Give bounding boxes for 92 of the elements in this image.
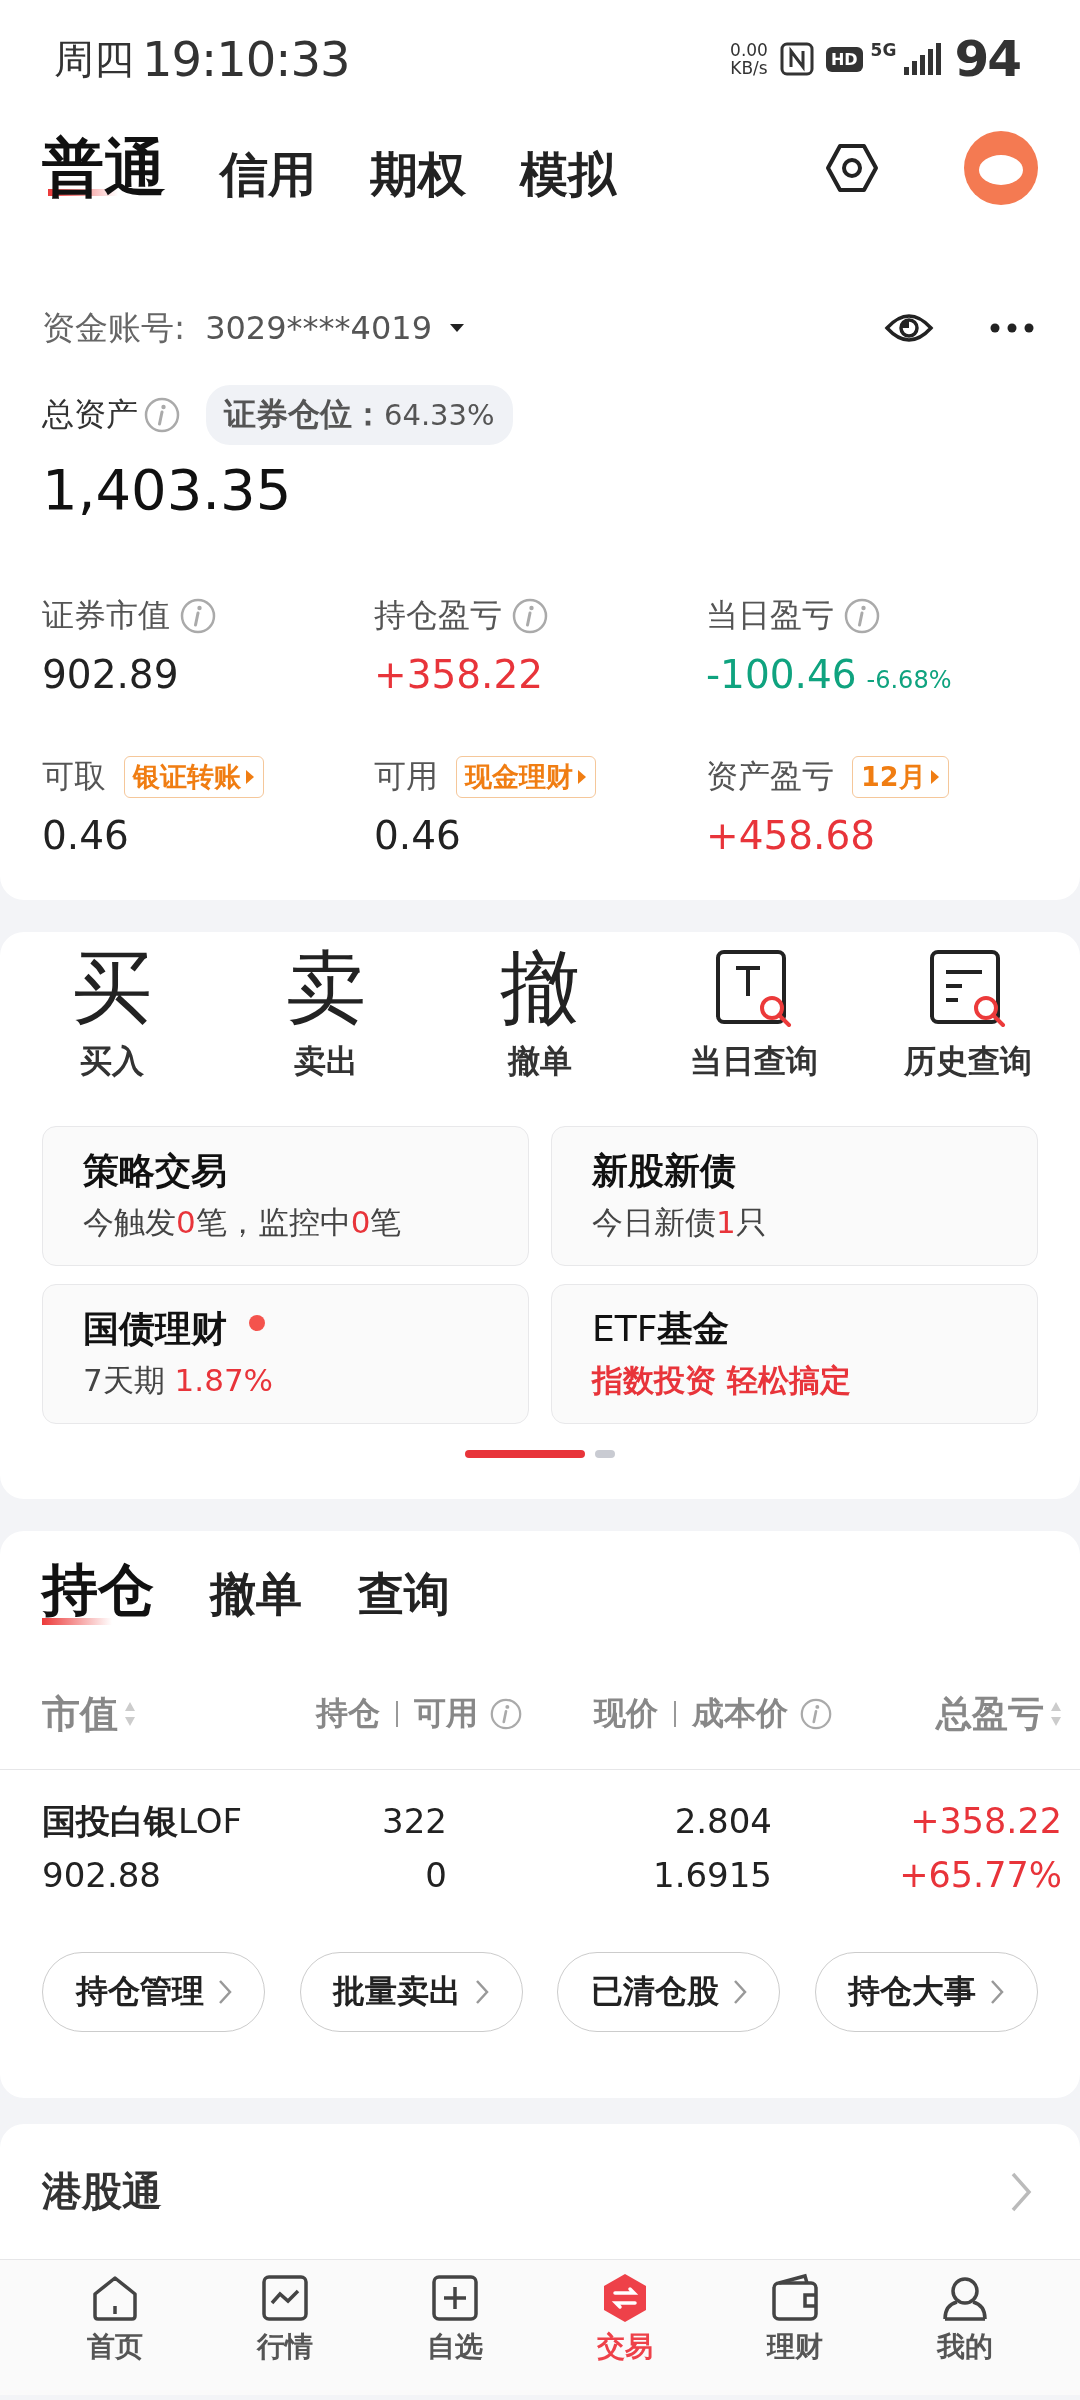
triangle-icon [577, 769, 587, 785]
feature-card[interactable]: 新股新债 今日新债1只 [551, 1126, 1038, 1266]
nav-tab[interactable]: 我的 [895, 2260, 1035, 2395]
metric-percent: -6.68% [866, 666, 952, 694]
chevron-icon [475, 1979, 490, 2005]
stock-name: 国投白银LOF [42, 1800, 244, 1843]
action-button[interactable]: 卖 卖出 [226, 946, 426, 1084]
caret-icon[interactable] [448, 322, 466, 334]
action-button[interactable]: 当日查询 [654, 946, 854, 1084]
column-header[interactable]: 总盈亏 [936, 1689, 1044, 1739]
info-icon[interactable] [144, 397, 180, 433]
status-time: 19:10:33 [142, 31, 350, 87]
action-button[interactable]: 买 买入 [12, 946, 212, 1084]
column-header[interactable]: 成本价 [692, 1692, 788, 1736]
balance-label: 可用 [374, 756, 438, 797]
account-tab[interactable]: 期权 [370, 129, 466, 207]
hk-connect-label: 港股通 [42, 2167, 162, 2216]
column-header[interactable]: 市值 [42, 1688, 118, 1740]
chevron-icon [1010, 2170, 1032, 2213]
battery-level: 94 [954, 30, 1020, 88]
metric-label: 持仓盈亏 [374, 595, 502, 636]
column-header[interactable]: 持仓 [316, 1692, 380, 1736]
nav-tab[interactable]: 自选 [385, 2260, 525, 2395]
sort-icon[interactable] [124, 1700, 136, 1728]
balance-value: 0.46 [42, 813, 129, 858]
account-number[interactable]: 3029****4019 [205, 309, 432, 347]
holdings-tab[interactable]: 查询 [358, 1556, 450, 1626]
triangle-icon [245, 769, 255, 785]
chevron-icon [990, 1979, 1005, 2005]
avatar-icon[interactable] [964, 131, 1038, 205]
info-icon[interactable] [800, 1698, 832, 1730]
info-icon[interactable] [490, 1698, 522, 1730]
card-subtitle: 指数投资 轻松搞定 [592, 1361, 852, 1400]
balance-value: 0.46 [374, 813, 461, 858]
more-icon[interactable] [990, 323, 1034, 333]
market-value: 902.88 [42, 1854, 162, 1897]
account-tab[interactable]: 模拟 [520, 129, 616, 207]
current-price: 2.804 [674, 1800, 772, 1843]
chevron-icon [217, 1979, 232, 2005]
network-speed: 0.00 KB/s [730, 41, 768, 77]
info-icon[interactable] [844, 598, 880, 634]
available-quantity: 0 [425, 1854, 447, 1897]
chevron-icon [732, 1979, 747, 2005]
holding-quantity: 322 [382, 1800, 447, 1843]
metric-label: 当日盈亏 [706, 595, 834, 636]
profit-percent: +65.77% [899, 1854, 1062, 1897]
position-ratio: 证券仓位：64.33% [206, 385, 513, 445]
nav-tab[interactable]: 行情 [215, 2260, 355, 2395]
card-title: 国债理财 [83, 1307, 227, 1351]
metric-value: -100.46 [706, 652, 857, 697]
feature-card[interactable]: 国债理财 7天期 1.87% [42, 1284, 529, 1424]
nfc-icon [779, 42, 814, 76]
metric-label: 证券市值 [42, 595, 170, 636]
total-assets-label: 总资产 [42, 394, 138, 435]
card-title: ETF基金 [592, 1307, 730, 1351]
column-header[interactable]: 现价 [594, 1692, 658, 1736]
metric-value: 902.89 [42, 652, 179, 697]
market-icon [259, 2272, 311, 2324]
action-button[interactable]: 历史查询 [868, 946, 1068, 1084]
card-subtitle: 今日新债1只 [592, 1203, 768, 1242]
total-assets-value: 1,403.35 [42, 457, 293, 522]
card-title: 策略交易 [83, 1149, 227, 1193]
info-icon[interactable] [180, 598, 216, 634]
balance-value: +458.68 [706, 813, 876, 858]
signal-icon [902, 43, 943, 75]
account-label: 资金账号: [42, 306, 186, 349]
feature-card[interactable]: 策略交易 今触发0笔，监控中0笔 [42, 1126, 529, 1266]
cost-price: 1.6915 [653, 1854, 772, 1897]
hk-connect-row[interactable]: 港股通 [0, 2124, 1080, 2259]
watchlist-icon [429, 2272, 481, 2324]
action-button[interactable]: 撤 撤单 [440, 946, 640, 1084]
triangle-icon [929, 769, 940, 785]
holdings-tab[interactable]: 撤单 [210, 1556, 302, 1626]
feature-card[interactable]: ETF基金 指数投资 轻松搞定 [551, 1284, 1038, 1424]
column-header[interactable]: 可用 [414, 1692, 478, 1736]
total-profit: +358.22 [910, 1800, 1062, 1843]
metric-value: +358.22 [374, 652, 544, 697]
status-day: 周四 [54, 31, 134, 87]
account-tab[interactable]: 信用 [220, 129, 316, 207]
nav-tab[interactable]: 首页 [45, 2260, 185, 2395]
balance-label: 资产盈亏 [706, 756, 834, 797]
info-icon[interactable] [512, 598, 548, 634]
card-subtitle: 今触发0笔，监控中0笔 [83, 1203, 403, 1242]
card-subtitle: 7天期 1.87% [83, 1361, 275, 1400]
hd-badge: HD [825, 46, 863, 72]
nav-tab[interactable]: 交易 [555, 2260, 695, 2395]
sort-icon[interactable] [1050, 1700, 1062, 1728]
card-title: 新股新债 [592, 1149, 736, 1193]
balance-label: 可取 [42, 756, 106, 797]
wallet-icon [769, 2272, 821, 2324]
nav-tab[interactable]: 理财 [725, 2260, 865, 2395]
network-type: 5G [870, 40, 897, 60]
